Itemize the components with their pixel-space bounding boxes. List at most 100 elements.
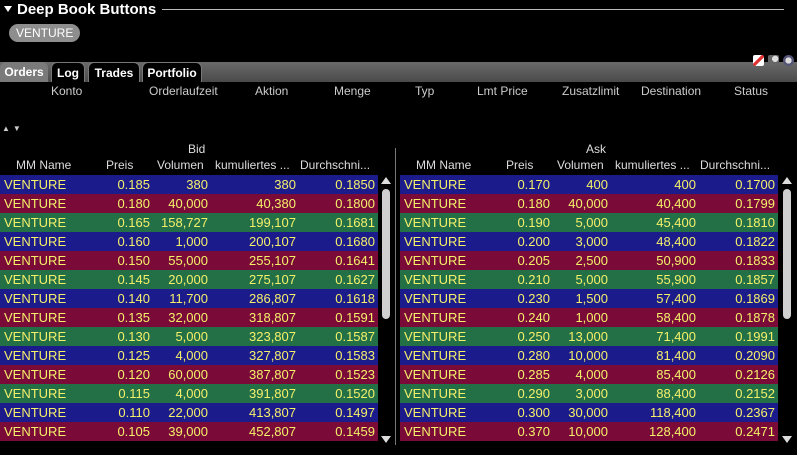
cumulative-cell: 391,807 [249, 386, 296, 401]
window-icons [753, 55, 794, 66]
price-cell: 0.290 [517, 386, 550, 401]
wrench-icon[interactable] [768, 55, 779, 66]
table-row[interactable]: VENTURE 0.180 40,000 40,400 0.1799 [400, 194, 778, 213]
price-cell: 0.250 [517, 329, 550, 344]
ask-header-cumulative[interactable]: kumuliertes ... [615, 158, 690, 172]
table-row[interactable]: VENTURE 0.165 158,727 199,107 0.1681 [0, 213, 378, 232]
help-icon[interactable] [783, 55, 794, 66]
bid-header-volume[interactable]: Volumen [157, 158, 204, 172]
table-row[interactable]: VENTURE 0.145 20,000 275,107 0.1627 [0, 270, 378, 289]
volume-cell: 1,000 [575, 310, 608, 325]
scroll-up-icon[interactable] [381, 177, 391, 184]
col-lmt-price[interactable]: Lmt Price [477, 84, 528, 98]
cumulative-cell: 318,807 [249, 310, 296, 325]
table-row[interactable]: VENTURE 0.250 13,000 71,400 0.1991 [400, 327, 778, 346]
mm-name-cell: VENTURE [404, 367, 467, 382]
table-row[interactable]: VENTURE 0.370 10,000 128,400 0.2471 [400, 422, 778, 441]
col-typ[interactable]: Typ [415, 84, 434, 98]
tab-trades[interactable]: Trades [88, 62, 140, 82]
bid-rows: VENTURE 0.185 380 380 0.1850 VENTURE 0.180 40,0… [0, 175, 378, 441]
ask-header-average[interactable]: Durchschni... [700, 158, 770, 172]
mm-name-cell: VENTURE [4, 291, 67, 306]
table-row[interactable]: VENTURE 0.290 3,000 88,400 0.2152 [400, 384, 778, 403]
bid-header-average[interactable]: Durchschni... [300, 158, 370, 172]
bid-header-mm[interactable]: MM Name [16, 158, 71, 172]
scroll-up-icon[interactable] [782, 177, 792, 184]
table-row[interactable]: VENTURE 0.285 4,000 85,400 0.2126 [400, 365, 778, 384]
col-zusatzlimit[interactable]: Zusatzlimit [562, 84, 619, 98]
cumulative-cell: 40,380 [256, 196, 296, 211]
table-row[interactable]: VENTURE 0.115 4,000 391,807 0.1520 [0, 384, 378, 403]
table-row[interactable]: VENTURE 0.135 32,000 318,807 0.1591 [0, 308, 378, 327]
cumulative-cell: 85,400 [656, 367, 696, 382]
mm-name-cell: VENTURE [4, 386, 67, 401]
table-row[interactable]: VENTURE 0.200 3,000 48,400 0.1822 [400, 232, 778, 251]
col-aktion[interactable]: Aktion [255, 84, 288, 98]
table-row[interactable]: VENTURE 0.210 5,000 55,900 0.1857 [400, 270, 778, 289]
col-status[interactable]: Status [734, 84, 768, 98]
tab-orders[interactable]: Orders [0, 62, 48, 82]
scroll-down-icon[interactable] [381, 436, 391, 443]
col-konto[interactable]: Konto [51, 84, 82, 98]
price-cell: 0.210 [517, 272, 550, 287]
scroll-thumb[interactable] [382, 189, 390, 319]
table-row[interactable]: VENTURE 0.240 1,000 58,400 0.1878 [400, 308, 778, 327]
volume-cell: 3,000 [575, 386, 608, 401]
sort-arrows-icon[interactable]: ▲▼ [2, 124, 24, 133]
mm-name-cell: VENTURE [4, 177, 67, 192]
ask-header-volume[interactable]: Volumen [557, 158, 604, 172]
volume-cell: 30,000 [568, 405, 608, 420]
collapse-triangle-icon[interactable] [4, 6, 12, 12]
table-row[interactable]: VENTURE 0.140 11,700 286,807 0.1618 [0, 289, 378, 308]
table-row[interactable]: VENTURE 0.170 400 400 0.1700 [400, 175, 778, 194]
table-row[interactable]: VENTURE 0.180 40,000 40,380 0.1800 [0, 194, 378, 213]
cumulative-cell: 286,807 [249, 291, 296, 306]
table-row[interactable]: VENTURE 0.280 10,000 81,400 0.2090 [400, 346, 778, 365]
ask-header-mm[interactable]: MM Name [416, 158, 471, 172]
mm-name-cell: VENTURE [404, 348, 467, 363]
bid-header-price[interactable]: Preis [106, 158, 133, 172]
table-row[interactable]: VENTURE 0.230 1,500 57,400 0.1869 [400, 289, 778, 308]
cumulative-cell: 55,900 [656, 272, 696, 287]
cumulative-cell: 400 [674, 177, 696, 192]
panel-divider[interactable] [395, 148, 396, 445]
bid-header-cumulative[interactable]: kumuliertes ... [215, 158, 290, 172]
col-menge[interactable]: Menge [334, 84, 371, 98]
title-divider [162, 9, 784, 10]
price-cell: 0.105 [117, 424, 150, 439]
table-row[interactable]: VENTURE 0.150 55,000 255,107 0.1641 [0, 251, 378, 270]
table-row[interactable]: VENTURE 0.185 380 380 0.1850 [0, 175, 378, 194]
volume-cell: 40,000 [568, 196, 608, 211]
average-cell: 0.1520 [335, 386, 375, 401]
symbol-chip[interactable]: VENTURE [9, 24, 81, 42]
volume-cell: 39,000 [168, 424, 208, 439]
col-destination[interactable]: Destination [641, 84, 701, 98]
table-row[interactable]: VENTURE 0.205 2,500 50,900 0.1833 [400, 251, 778, 270]
table-row[interactable]: VENTURE 0.300 30,000 118,400 0.2367 [400, 403, 778, 422]
table-row[interactable]: VENTURE 0.120 60,000 387,807 0.1523 [0, 365, 378, 384]
col-orderlaufzeit[interactable]: Orderlaufzeit [149, 84, 218, 98]
volume-cell: 1,500 [575, 291, 608, 306]
table-row[interactable]: VENTURE 0.190 5,000 45,400 0.1810 [400, 213, 778, 232]
table-row[interactable]: VENTURE 0.130 5,000 323,807 0.1587 [0, 327, 378, 346]
table-row[interactable]: VENTURE 0.160 1,000 200,107 0.1680 [0, 232, 378, 251]
ask-panel: Ask MM Name Preis Volumen kumuliertes ..… [400, 142, 797, 447]
average-cell: 0.1627 [335, 272, 375, 287]
scroll-down-icon[interactable] [782, 436, 792, 443]
tab-log[interactable]: Log [51, 62, 85, 82]
bid-header-row: MM Name Preis Volumen kumuliertes ... Du… [0, 158, 395, 174]
tab-portfolio[interactable]: Portfolio [142, 62, 202, 82]
table-row[interactable]: VENTURE 0.125 4,000 327,807 0.1583 [0, 346, 378, 365]
table-row[interactable]: VENTURE 0.105 39,000 452,807 0.1459 [0, 422, 378, 441]
price-cell: 0.145 [117, 272, 150, 287]
cumulative-cell: 200,107 [249, 234, 296, 249]
pin-icon[interactable] [753, 55, 764, 66]
mm-name-cell: VENTURE [404, 424, 467, 439]
bid-scrollbar[interactable] [379, 175, 393, 445]
volume-cell: 13,000 [568, 329, 608, 344]
ask-scrollbar[interactable] [780, 175, 794, 445]
scroll-thumb[interactable] [783, 189, 791, 319]
ask-header-price[interactable]: Preis [506, 158, 533, 172]
price-cell: 0.110 [118, 405, 150, 420]
table-row[interactable]: VENTURE 0.110 22,000 413,807 0.1497 [0, 403, 378, 422]
